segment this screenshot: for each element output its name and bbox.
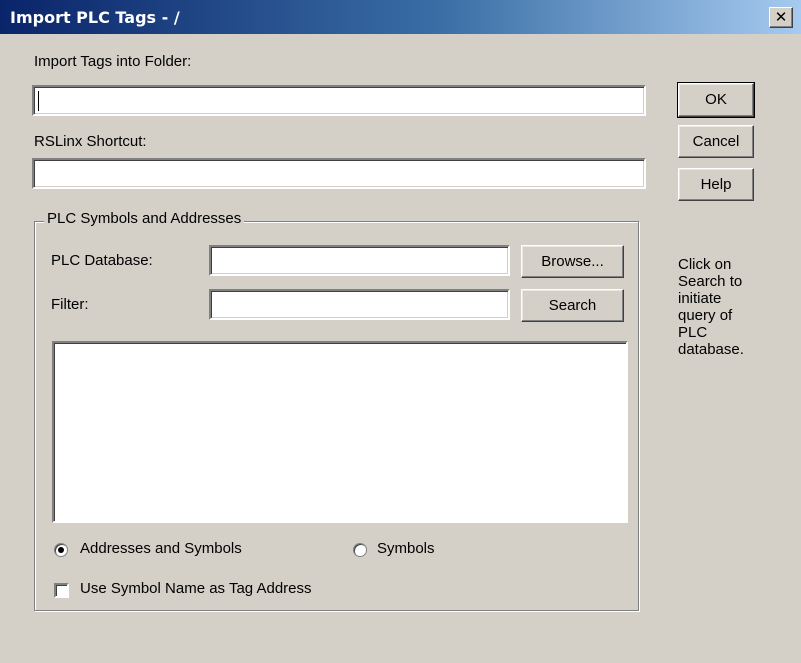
- close-button[interactable]: ✕: [769, 7, 793, 28]
- window-title: Import PLC Tags - /: [10, 8, 180, 27]
- radio-addresses-and-symbols-label[interactable]: Addresses and Symbols: [80, 540, 242, 557]
- hint-line: query of: [678, 307, 733, 324]
- results-list[interactable]: [52, 341, 628, 523]
- radio-symbols-label[interactable]: Symbols: [377, 540, 435, 557]
- shortcut-input[interactable]: [32, 158, 646, 189]
- ok-button[interactable]: OK: [677, 82, 755, 118]
- search-button[interactable]: Search: [521, 289, 624, 322]
- group-title: PLC Symbols and Addresses: [44, 210, 245, 227]
- folder-label: Import Tags into Folder:: [34, 53, 192, 70]
- radio-selected-dot: [58, 547, 64, 553]
- folder-input[interactable]: [32, 85, 646, 116]
- close-icon: ✕: [774, 8, 788, 26]
- filter-label: Filter:: [51, 296, 89, 313]
- shortcut-label: RSLinx Shortcut:: [34, 133, 147, 150]
- hint-line: Search to: [678, 273, 743, 290]
- hint-line: PLC: [678, 324, 708, 341]
- hint-line: Click on: [678, 256, 732, 273]
- cancel-button[interactable]: Cancel: [678, 125, 754, 158]
- help-button[interactable]: Help: [678, 168, 754, 201]
- plc-database-label: PLC Database:: [51, 252, 153, 269]
- browse-button[interactable]: Browse...: [521, 245, 624, 278]
- radio-addresses-and-symbols[interactable]: [54, 543, 68, 557]
- hint-line: database.: [678, 341, 744, 358]
- radio-symbols[interactable]: [353, 543, 367, 557]
- plc-database-input[interactable]: [209, 245, 510, 276]
- filter-input[interactable]: [209, 289, 510, 320]
- hint-line: initiate: [678, 290, 722, 307]
- text-caret: [38, 91, 39, 111]
- use-symbol-name-checkbox[interactable]: [54, 583, 69, 598]
- use-symbol-name-label[interactable]: Use Symbol Name as Tag Address: [80, 580, 312, 597]
- title-bar[interactable]: Import PLC Tags - / ✕: [0, 0, 801, 34]
- search-hint: Click on Search to initiate query of PLC…: [678, 256, 788, 358]
